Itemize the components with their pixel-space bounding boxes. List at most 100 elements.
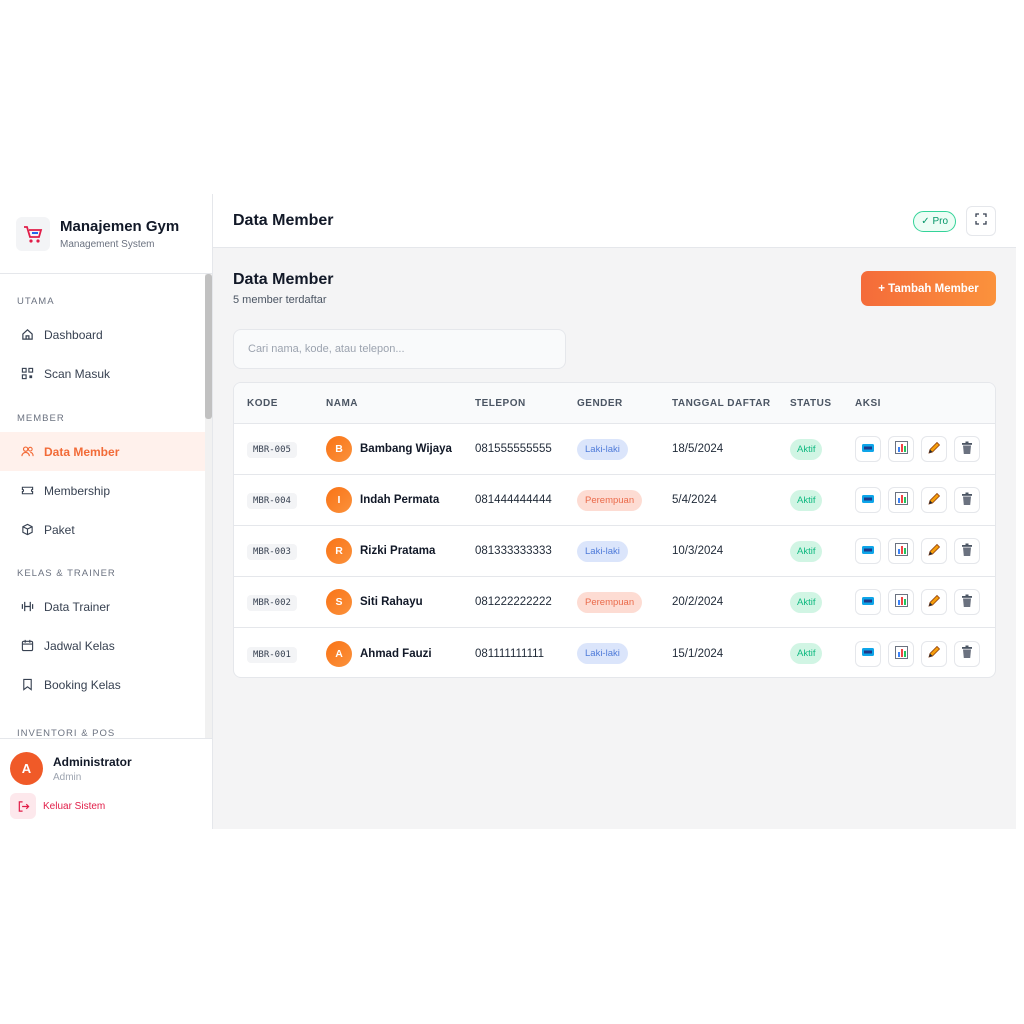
avatar: A — [10, 752, 43, 785]
sidebar-item-paket[interactable]: Paket — [0, 510, 206, 549]
table-row[interactable]: MBR-003 R Rizki Pratama 081333333333 Laki… — [234, 526, 995, 577]
logout-label: Keluar Sistem — [43, 800, 106, 812]
card-icon — [861, 442, 875, 457]
delete-button[interactable] — [954, 487, 980, 513]
column-header[interactable]: TELEPON — [475, 398, 577, 409]
table-row[interactable]: MBR-002 S Siti Rahayu 081222222222 Peremp… — [234, 577, 995, 628]
sidebar-item-label: Dashboard — [44, 327, 103, 342]
gender-badge: Perempuan — [577, 489, 643, 511]
column-header[interactable]: TANGGAL DAFTAR — [672, 398, 790, 409]
edit-button[interactable] — [921, 589, 947, 615]
member-avatar: I — [326, 487, 352, 513]
member-card-button[interactable] — [855, 436, 881, 462]
gender-badge: Laki-laki — [577, 438, 628, 460]
sidebar-scrollbar[interactable] — [205, 274, 212, 738]
delete-button[interactable] — [954, 640, 980, 667]
edit-button[interactable] — [921, 640, 947, 667]
member-phone: 081444444444 — [475, 494, 552, 506]
delete-button[interactable] — [954, 589, 980, 615]
edit-button[interactable] — [921, 487, 947, 513]
edit-button[interactable] — [921, 538, 947, 564]
dumbbell-icon — [20, 600, 34, 614]
calendar-icon — [20, 639, 34, 653]
register-date: 15/1/2024 — [672, 647, 724, 660]
table-row[interactable]: MBR-005 B Bambang Wijaya 081555555555 Lak… — [234, 424, 995, 475]
bookmark-icon — [20, 678, 34, 692]
member-avatar: B — [326, 436, 352, 462]
member-phone: 081555555555 — [475, 443, 552, 455]
member-avatar: A — [326, 640, 352, 667]
section-utama: UTAMA — [17, 296, 55, 307]
topbar: Data Member ✓ Pro — [213, 194, 1016, 248]
add-member-button[interactable]: + Tambah Member — [861, 271, 996, 306]
sidebar-item-data-member[interactable]: Data Member — [0, 432, 206, 471]
member-name: Ahmad Fauzi — [360, 647, 432, 660]
chart-icon — [894, 645, 908, 662]
member-card-button[interactable] — [855, 589, 881, 615]
page-title: Data Member — [233, 271, 334, 288]
stats-button[interactable] — [888, 487, 914, 513]
user-name: Administrator — [53, 754, 132, 769]
delete-button[interactable] — [954, 538, 980, 564]
brand-subtitle: Management System — [60, 238, 155, 250]
sidebar-item-label: Booking Kelas — [44, 677, 121, 692]
home-icon — [20, 328, 34, 342]
sidebar-item-scan-masuk[interactable]: Scan Masuk — [0, 354, 206, 393]
member-card-button[interactable] — [855, 487, 881, 513]
chart-icon — [894, 441, 908, 457]
sidebar-item-data-trainer[interactable]: Data Trainer — [0, 587, 206, 626]
stats-button[interactable] — [888, 589, 914, 615]
member-avatar: S — [326, 589, 352, 615]
sidebar-item-label: Jadwal Kelas — [44, 638, 115, 653]
qr-scan-icon — [20, 367, 34, 381]
edit-button[interactable] — [921, 436, 947, 462]
package-icon — [20, 523, 34, 537]
register-date: 20/2/2024 — [672, 596, 724, 608]
logout-button[interactable]: Keluar Sistem — [0, 785, 212, 819]
table-row[interactable]: MBR-004 I Indah Permata 081444444444 Pere… — [234, 475, 995, 526]
pencil-icon — [927, 543, 941, 560]
sidebar-item-label: Scan Masuk — [44, 366, 111, 381]
fullscreen-button[interactable] — [966, 206, 996, 236]
card-icon — [861, 493, 875, 508]
member-phone: 081222222222 — [475, 596, 552, 608]
page-subtitle: 5 member terdaftar — [233, 294, 327, 306]
column-header: AKSI — [855, 397, 881, 409]
delete-button[interactable] — [954, 436, 980, 462]
member-card-button[interactable] — [855, 538, 881, 564]
card-icon — [861, 646, 875, 661]
table-row[interactable]: MBR-001 A Ahmad Fauzi 081111111111 Laki-l… — [234, 628, 995, 677]
card-icon — [861, 544, 875, 559]
gender-badge: Perempuan — [577, 591, 643, 613]
pencil-icon — [927, 594, 941, 611]
sidebar-item-jadwal-kelas[interactable]: Jadwal Kelas — [0, 626, 206, 665]
search-input[interactable] — [233, 329, 566, 369]
sidebar-nav: UTAMA Dashboard Scan Masuk MEMBER Data M… — [0, 274, 206, 738]
table-header: KODE NAMA TELEPON GENDER TANGGAL DAFTAR … — [234, 383, 995, 424]
sidebar-item-label: Membership — [44, 483, 111, 498]
member-code: MBR-002 — [247, 595, 297, 611]
sidebar-item-dashboard[interactable]: Dashboard — [0, 315, 206, 354]
column-header[interactable]: KODE — [234, 398, 326, 409]
sidebar-item-booking-kelas[interactable]: Booking Kelas — [0, 665, 206, 704]
trash-icon — [961, 441, 973, 458]
member-name: Indah Permata — [360, 494, 440, 506]
stats-button[interactable] — [888, 640, 914, 667]
member-card-button[interactable] — [855, 640, 881, 667]
column-header[interactable]: GENDER — [577, 398, 672, 409]
stats-button[interactable] — [888, 538, 914, 564]
topbar-title: Data Member — [233, 211, 334, 229]
sidebar-item-membership[interactable]: Membership — [0, 471, 206, 510]
section-member: MEMBER — [17, 413, 65, 424]
section-inventori-pos: INVENTORI & POS — [17, 728, 116, 738]
sidebar: Manajemen Gym Management System UTAMA Da… — [0, 194, 213, 829]
brand: Manajemen Gym Management System — [0, 194, 212, 274]
stats-button[interactable] — [888, 436, 914, 462]
column-header[interactable]: NAMA — [326, 398, 475, 409]
member-phone: 081333333333 — [475, 545, 552, 557]
scrollbar-thumb[interactable] — [205, 274, 212, 419]
section-kelas-trainer: KELAS & TRAINER — [17, 568, 116, 579]
column-header[interactable]: STATUS — [790, 398, 855, 409]
status-badge: Aktif — [790, 540, 823, 562]
gender-badge: Laki-laki — [577, 643, 628, 664]
